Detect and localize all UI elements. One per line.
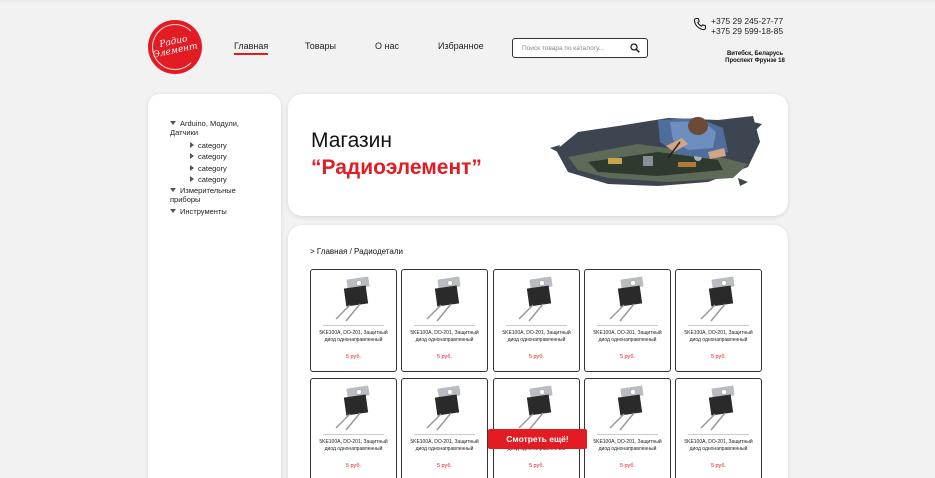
top-divider [0,0,935,2]
product-card[interactable]: 5KE100A, DO-201, Защитный диод однонапра… [310,269,397,372]
product-price: 5 руб. [436,463,453,469]
nav-item-about[interactable]: О нас [375,41,399,51]
product-name: 5KE100A, DO-201, Защитный диод однонапра… [684,439,753,452]
product-price: 5 руб. [436,354,453,360]
address: Витебск, Беларусь Проспект Фрунзе 18 [725,51,785,64]
product-price: 5 руб. [619,354,636,360]
product-name: 5KE100A, DO-201, Защитный диод однонапра… [319,330,388,343]
product-name: 5KE100A, DO-201, Защитный диод однонапра… [593,439,662,452]
product-card[interactable]: 5KE100A, DO-201, Защитный диод однонапра… [584,269,671,372]
sidebar-item-measuring[interactable]: Измерительные приборы [170,186,250,204]
diode-icon [609,276,644,322]
sidebar-subitem[interactable]: category [190,152,227,161]
product-price: 5 руб. [710,354,727,360]
product-price: 5 руб. [345,354,362,360]
hero-subtitle: “Радиоэлемент” [311,156,482,179]
expand-arrow-icon [170,188,176,192]
diode-icon [426,276,461,322]
product-price: 5 руб. [710,463,727,469]
card-divider [506,325,567,326]
breadcrumb[interactable]: > Главная / Радиодетали [310,247,403,256]
product-card[interactable]: 5KE100A, DO-201, Защитный диод однонапра… [584,378,671,478]
search-box [512,38,648,58]
product-card[interactable]: 5KE100A, DO-201, Защитный диод однонапра… [310,378,397,478]
diode-icon [700,276,735,322]
chevron-right-icon [190,165,194,171]
sidebar-subitem-label: category [198,175,227,184]
diode-icon [518,385,553,431]
diode-icon [335,276,370,322]
expand-arrow-icon [170,121,176,125]
product-card[interactable]: 5KE100A, DO-201, Защитный диод однонапра… [493,269,580,372]
sidebar-item-label: Инструменты [180,207,227,216]
product-card[interactable]: 5KE100A, DO-201, Защитный диод однонапра… [675,269,762,372]
card-divider [323,434,384,435]
chevron-right-icon [190,153,194,159]
product-name: 5KE100A, DO-201, Защитный диод однонапра… [410,330,479,343]
product-name: 5KE100A, DO-201, Защитный диод однонапра… [410,439,479,452]
diode-icon [426,385,461,431]
show-more-button[interactable]: Смотреть ещё! [488,429,587,449]
sidebar-subitem-label: category [198,164,227,173]
sidebar-subitem[interactable]: category [190,175,227,184]
product-price: 5 руб. [528,463,545,469]
category-sidebar: Arduino, Модули, Датчики category catego… [148,94,281,478]
diode-icon [700,385,735,431]
product-price: 5 руб. [619,463,636,469]
sidebar-item-label: Измерительные приборы [170,186,236,204]
phone-number[interactable]: +375 29 599-18-85 [711,26,791,36]
logo[interactable]: Радио Элемент [148,20,202,74]
phone-list: +375 29 245-27-77 +375 29 599-18-85 [711,16,791,36]
hero-image [550,116,762,186]
product-price: 5 руб. [345,463,362,469]
product-card[interactable]: 5KE100A, DO-201, Защитный диод однонапра… [401,269,488,372]
hero-title: Магазин [311,129,393,152]
diode-icon [518,276,553,322]
sidebar-subitem-label: category [198,141,227,150]
card-divider [688,434,749,435]
sidebar-item-tools[interactable]: Инструменты [170,207,227,216]
search-input[interactable] [522,44,628,52]
card-divider [688,325,749,326]
expand-arrow-icon [170,209,176,213]
card-divider [414,325,475,326]
product-card[interactable]: 5KE100A, DO-201, Защитный диод однонапра… [493,378,580,478]
product-price: 5 руб. [528,354,545,360]
diode-icon [335,385,370,431]
chevron-right-icon [190,142,194,148]
sidebar-subitem[interactable]: category [190,141,227,150]
search-icon[interactable] [630,43,640,53]
phone-number[interactable]: +375 29 245-27-77 [711,16,791,26]
sidebar-item-arduino[interactable]: Arduino, Модули, Датчики [170,119,260,137]
sidebar-subitem[interactable]: category [190,164,227,173]
product-name: 5KE100A, DO-201, Защитный диод однонапра… [593,330,662,343]
nav-item-products[interactable]: Товары [305,41,336,51]
card-divider [323,325,384,326]
product-card[interactable]: 5KE100A, DO-201, Защитный диод однонапра… [401,378,488,478]
card-divider [597,325,658,326]
phone-icon [693,17,707,31]
card-divider [597,434,658,435]
diode-icon [609,385,644,431]
hero-banner: Магазин “Радиоэлемент” [288,94,788,216]
product-name: 5KE100A, DO-201, Защитный диод однонапра… [502,330,571,343]
sidebar-item-label: Arduino, Модули, Датчики [170,119,239,137]
product-name: 5KE100A, DO-201, Защитный диод однонапра… [684,330,753,343]
chevron-right-icon [190,176,194,182]
product-card[interactable]: 5KE100A, DO-201, Защитный диод однонапра… [675,378,762,478]
card-divider [414,434,475,435]
nav-item-home[interactable]: Главная [234,41,269,55]
nav-item-favorites[interactable]: Избранное [438,41,484,51]
sidebar-subitem-label: category [198,152,227,161]
product-name: 5KE100A, DO-201, Защитный диод однонапра… [319,439,388,452]
